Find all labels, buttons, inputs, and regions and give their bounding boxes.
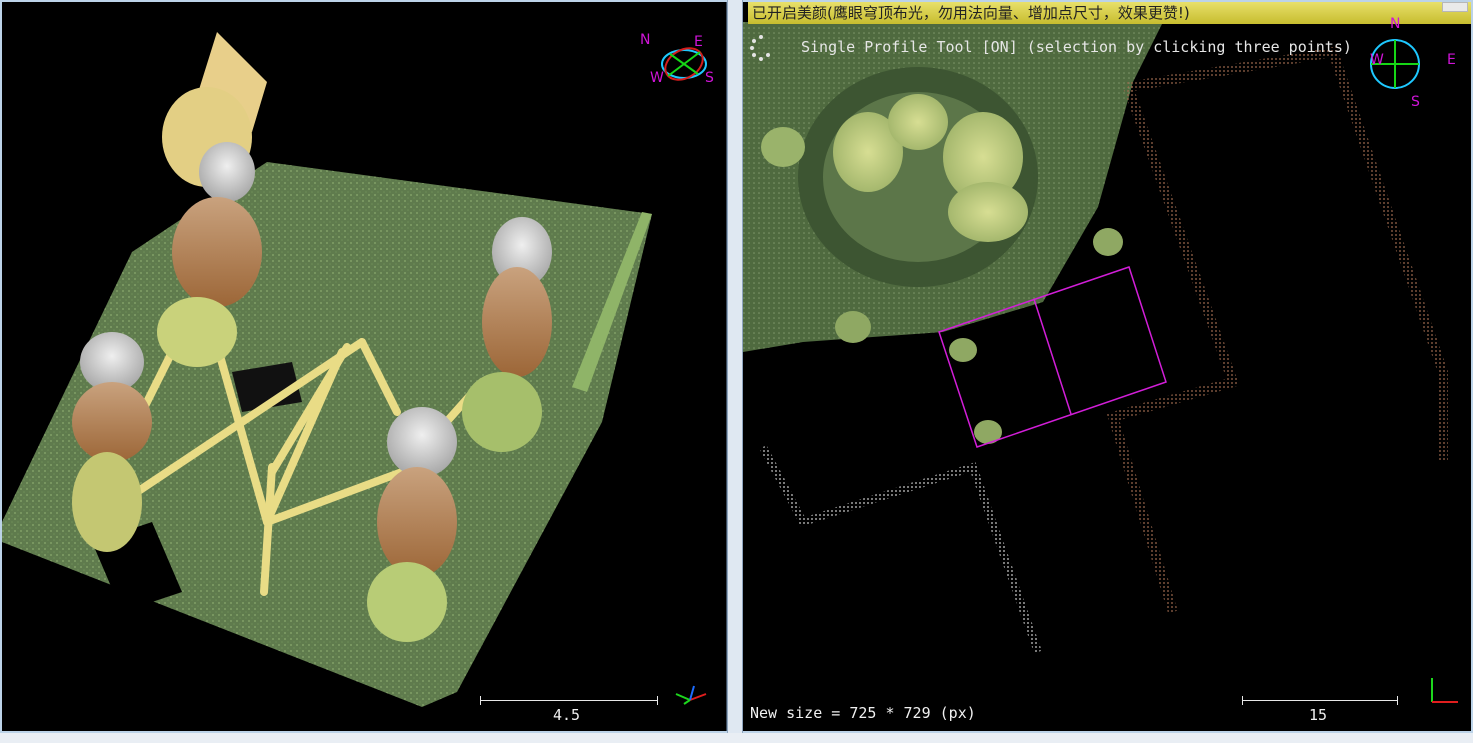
right-top-view[interactable]: 已开启美颜(鹰眼穹顶布光，勿用法向量、增加点尺寸，效果更赞!) Single P… — [743, 2, 1471, 731]
compass-w-label: W — [650, 70, 664, 86]
compass-e-label: E — [1447, 52, 1456, 68]
beautify-banner: 已开启美颜(鹰眼穹顶布光，勿用法向量、增加点尺寸，效果更赞!) — [748, 2, 1471, 24]
status-strip — [0, 733, 1473, 743]
scale-bar — [480, 696, 658, 705]
new-size-readout: New size = 725 * 729 (px) — [750, 704, 976, 722]
compass-e-label: E — [694, 34, 703, 50]
brown-wall — [1106, 46, 1448, 614]
view-splitter[interactable] — [727, 0, 743, 743]
left-3d-view[interactable]: N E W S 4.5 — [2, 2, 727, 731]
grey-wall — [759, 445, 1042, 654]
compass-n-label: N — [1390, 16, 1401, 32]
tool-status-text: Single Profile Tool [ON] (selection by c… — [801, 38, 1352, 56]
scale-value: 4.5 — [553, 706, 581, 724]
compass-s-label: S — [705, 70, 714, 86]
window-control-button[interactable] — [1442, 2, 1468, 12]
scale-value: 15 — [1309, 706, 1328, 724]
right-point-cloud[interactable] — [743, 2, 1471, 731]
spinner-icon — [750, 35, 770, 61]
axis-2d-icon — [1431, 678, 1458, 703]
compass-s-label: S — [1411, 94, 1420, 110]
compass-w-label: W — [1370, 52, 1384, 68]
scale-bar — [1242, 696, 1398, 705]
axis-triad-icon — [675, 685, 707, 705]
compass-n-label: N — [640, 32, 651, 48]
left-point-cloud[interactable] — [2, 2, 726, 731]
